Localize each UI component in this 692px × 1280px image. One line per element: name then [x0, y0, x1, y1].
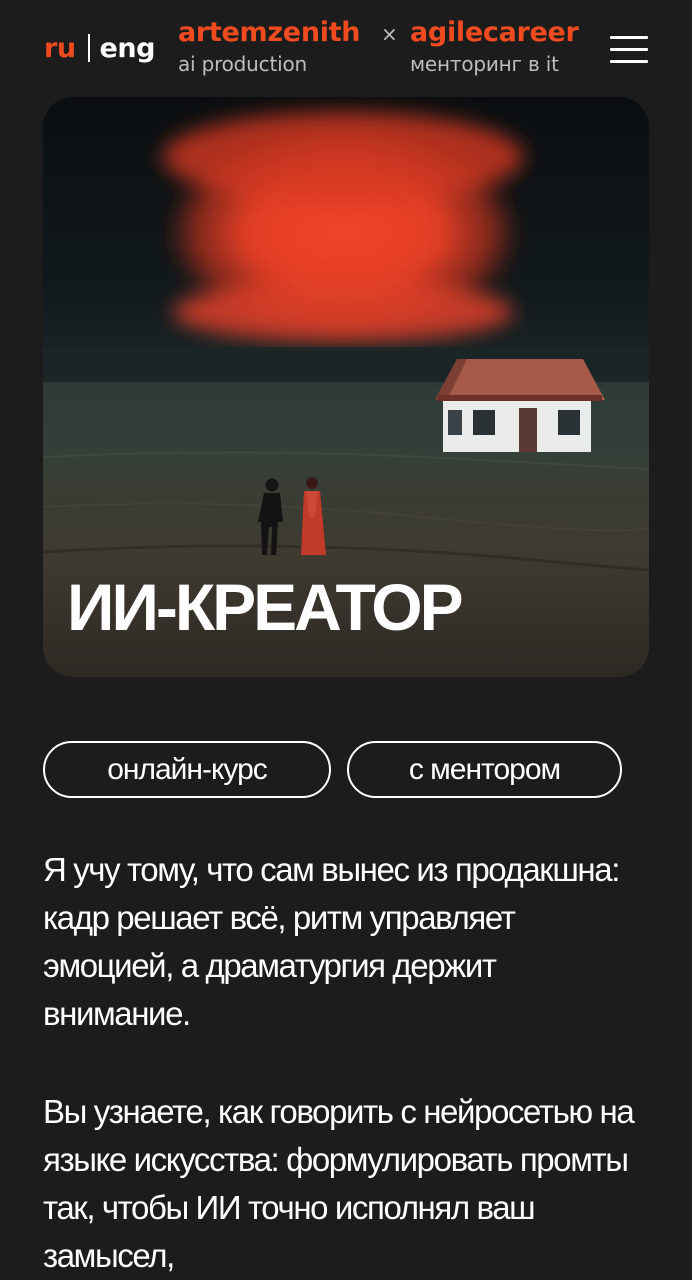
- brand-agilecareer-name: agilecareer: [410, 17, 579, 48]
- brand-artemzenith[interactable]: artemzenith ai production: [178, 16, 361, 78]
- brand-artemzenith-subtitle: ai production: [178, 52, 307, 76]
- lang-ru-link[interactable]: ru: [44, 33, 76, 64]
- tag-with-mentor[interactable]: с ментором: [347, 741, 622, 798]
- brand-agilecareer[interactable]: agilecareer менторинг в it: [410, 16, 579, 78]
- learn-paragraph: Вы узнаете, как говорить с нейросетью на…: [43, 1093, 635, 1274]
- language-divider: [87, 34, 90, 62]
- hero-title: ИИ-КРЕАТОР: [67, 570, 464, 644]
- lang-eng-link[interactable]: eng: [100, 33, 156, 64]
- hero-card: ИИ-КРЕАТОР: [43, 97, 649, 677]
- tag-online-course[interactable]: онлайн-курс: [43, 741, 331, 798]
- site-header: ru eng artemzenith ai production × agilec…: [0, 0, 692, 96]
- intro-paragraph: Я учу тому, что сам вынес из продакшна: …: [43, 851, 620, 1032]
- menu-line: [610, 48, 648, 51]
- house-illustration: [435, 359, 605, 452]
- brand-artemzenith-name: artemzenith: [178, 17, 361, 48]
- menu-line: [610, 60, 648, 63]
- brand-agilecareer-subtitle: менторинг в it: [410, 52, 559, 76]
- collab-times-sign: ×: [381, 22, 398, 46]
- menu-line: [610, 36, 648, 39]
- language-switcher: ru eng: [44, 30, 155, 68]
- hamburger-menu-icon[interactable]: [610, 36, 648, 64]
